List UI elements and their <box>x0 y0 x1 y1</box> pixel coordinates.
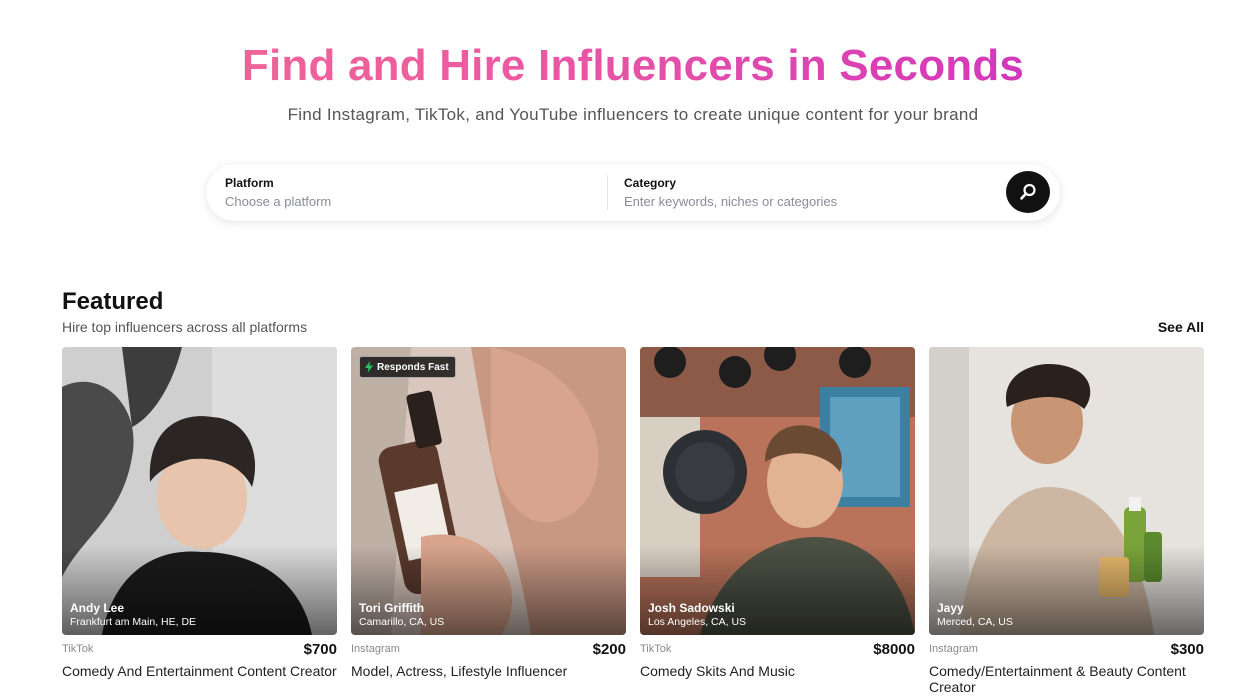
lightning-icon <box>365 361 373 373</box>
search-bar: Platform Category <box>206 164 1060 221</box>
influencer-description: Comedy Skits And Music <box>640 663 795 679</box>
influencer-platform: Instagram <box>351 643 400 655</box>
influencer-description: Model, Actress, Lifestyle Influencer <box>351 663 568 679</box>
influencer-name: Andy Lee <box>70 601 125 615</box>
category-field[interactable]: Category <box>624 176 1004 209</box>
influencer-name: Josh Sadowski <box>648 601 735 615</box>
hero-title: Find and Hire Influencers in Seconds <box>0 38 1256 94</box>
influencer-card[interactable]: Jayy Merced, CA, US Instagram $300 Comed… <box>929 347 1204 697</box>
influencer-name: Jayy <box>937 601 964 615</box>
category-input[interactable] <box>624 194 984 209</box>
influencer-platform: TikTok <box>62 643 94 655</box>
influencer-photo[interactable]: Andy Lee Frankfurt am Main, HE, DE <box>62 347 337 635</box>
search-icon <box>1020 183 1036 200</box>
hero-subtitle: Find Instagram, TikTok, and YouTube infl… <box>287 105 979 124</box>
featured-subtitle: Hire top influencers across all platform… <box>62 319 308 335</box>
platform-field[interactable]: Platform <box>225 176 605 209</box>
influencer-card[interactable]: Josh Sadowski Los Angeles, CA, US TikTok… <box>640 347 915 697</box>
influencer-name: Tori Griffith <box>359 601 425 615</box>
influencer-description: Comedy/Entertainment & Beauty Content Cr… <box>929 663 1186 695</box>
influencer-location: Merced, CA, US <box>937 616 1013 628</box>
search-button[interactable] <box>1006 171 1050 213</box>
influencer-price: $8000 <box>873 641 915 658</box>
influencer-platform: Instagram <box>929 643 978 655</box>
influencer-price: $700 <box>303 641 337 658</box>
influencer-location: Frankfurt am Main, HE, DE <box>70 616 197 628</box>
influencer-platform: TikTok <box>640 643 672 655</box>
influencer-photo[interactable]: Responds Fast Tori Griffith Camarillo, C… <box>351 347 626 635</box>
search-divider <box>607 175 608 210</box>
badge-label: Responds Fast <box>377 361 449 373</box>
influencer-card[interactable]: Responds Fast Tori Griffith Camarillo, C… <box>351 347 626 697</box>
platform-label: Platform <box>225 176 274 190</box>
responds-fast-badge: Responds Fast <box>359 356 456 378</box>
influencer-photo[interactable]: Jayy Merced, CA, US <box>929 347 1204 635</box>
category-label: Category <box>624 176 677 190</box>
influencer-description: Comedy And Entertainment Content Creator <box>62 663 337 679</box>
influencer-price: $300 <box>1170 641 1204 658</box>
platform-input[interactable] <box>225 194 585 209</box>
influencer-location: Los Angeles, CA, US <box>648 616 747 628</box>
influencer-price: $200 <box>592 641 626 658</box>
influencer-card[interactable]: Andy Lee Frankfurt am Main, HE, DE TikTo… <box>62 347 337 697</box>
influencer-photo[interactable]: Josh Sadowski Los Angeles, CA, US <box>640 347 915 635</box>
influencer-location: Camarillo, CA, US <box>359 616 445 628</box>
featured-title: Featured <box>62 288 164 315</box>
see-all-link[interactable]: See All <box>1158 319 1204 335</box>
